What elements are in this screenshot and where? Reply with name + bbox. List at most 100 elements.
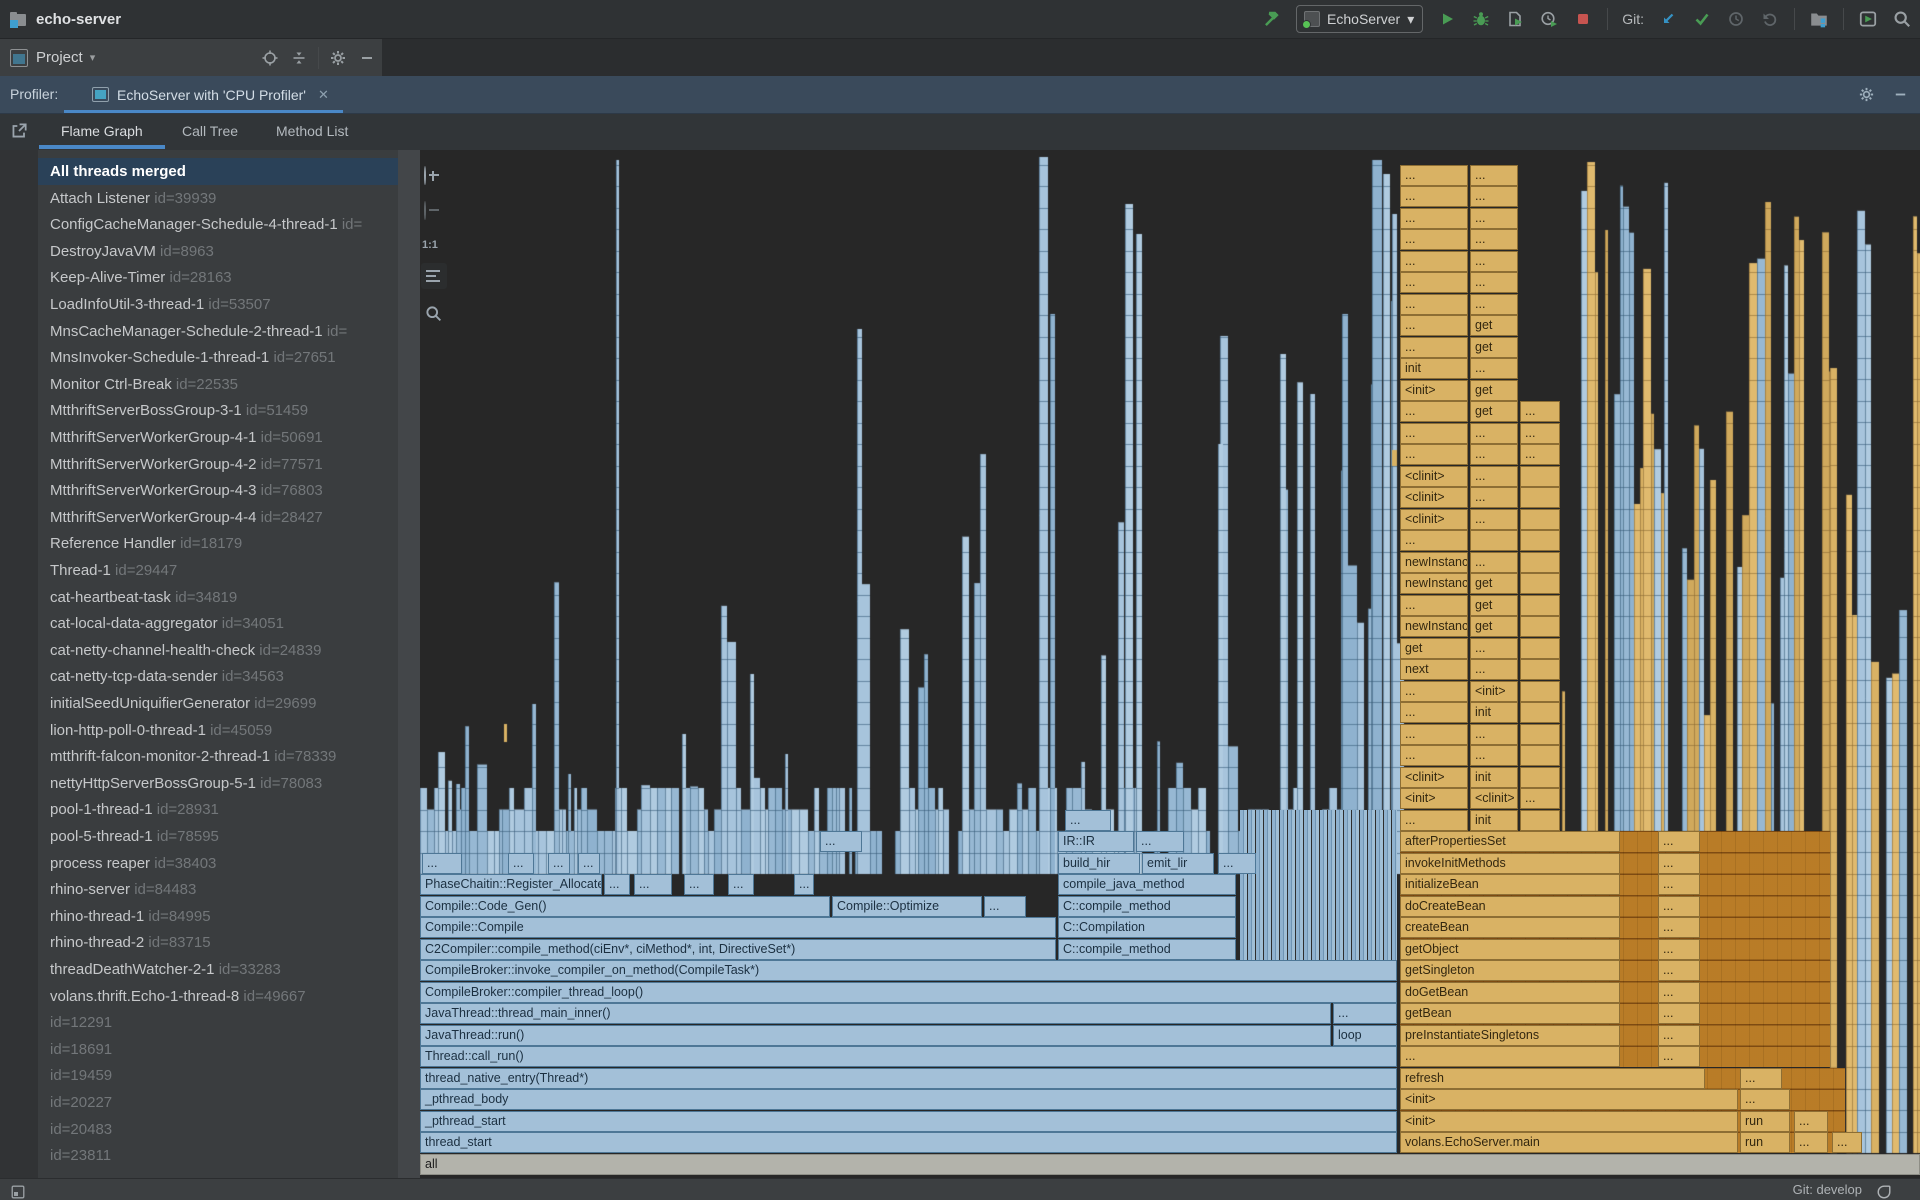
thread-list-item[interactable]: rhino-thread-2 id=83715 (38, 929, 418, 956)
flame-frame[interactable]: <init> (1400, 380, 1468, 401)
search-everywhere-icon[interactable] (1892, 9, 1912, 29)
flame-frame[interactable]: <clinit> (1400, 466, 1468, 487)
locate-file-icon[interactable] (260, 48, 280, 68)
flame-frame[interactable]: <clinit> (1400, 487, 1468, 508)
flame-frame[interactable]: ... (1400, 294, 1468, 315)
flame-frame[interactable]: ... (1400, 251, 1468, 272)
thread-list-item[interactable]: MnsInvoker-Schedule-1-thread-1 id=27651 (38, 344, 418, 371)
flame-frame[interactable]: getBean (1400, 1003, 1620, 1024)
flame-frame[interactable]: run (1740, 1111, 1790, 1132)
flame-frame[interactable]: createBean (1400, 917, 1620, 938)
flame-frame[interactable]: init (1470, 810, 1518, 831)
thread-list-item[interactable]: pool-1-thread-1 id=28931 (38, 796, 418, 823)
flame-frame[interactable]: get (1470, 595, 1518, 616)
flame-frame[interactable]: ... (1470, 466, 1518, 487)
flame-frame[interactable]: ... (1470, 186, 1518, 207)
flame-frame[interactable]: newInstance (1400, 552, 1468, 573)
flame-frame[interactable]: ... (1470, 487, 1518, 508)
flame-frame[interactable]: get (1470, 380, 1518, 401)
stop-button[interactable] (1573, 9, 1593, 29)
hide-panel-icon[interactable] (357, 48, 377, 68)
flame-frame[interactable]: invokeInitMethods (1400, 853, 1620, 874)
flame-frame[interactable]: CompileBroker::invoke_compiler_on_method… (420, 960, 1397, 981)
flame-frame[interactable]: ... (1400, 681, 1468, 702)
flame-frame[interactable]: PhaseChaitin::Register_Allocate (420, 874, 602, 895)
build-hammer-icon[interactable] (1262, 9, 1282, 29)
thread-list-item[interactable]: pool-5-thread-1 id=78595 (38, 823, 418, 850)
flame-frame[interactable]: emit_lir (1142, 853, 1214, 874)
flame-frame[interactable]: ... (548, 853, 570, 874)
thread-list-scrollbar[interactable] (398, 150, 420, 1178)
flame-frame[interactable]: run (1740, 1132, 1790, 1153)
chevron-down-icon[interactable]: ▾ (90, 51, 96, 64)
thread-list-item[interactable]: DestroyJavaVM id=8963 (38, 238, 418, 265)
thread-list-item[interactable]: nettyHttpServerBossGroup-5-1 id=78083 (38, 770, 418, 797)
flame-frame[interactable]: ... (1400, 337, 1468, 358)
flame-frame[interactable]: preInstantiateSingletons (1400, 1025, 1620, 1046)
flame-frame[interactable]: ... (1658, 1025, 1700, 1046)
run-with-coverage-button[interactable] (1505, 9, 1525, 29)
flame-frame[interactable]: ... (1658, 1046, 1700, 1067)
flame-frame[interactable]: ... (1470, 724, 1518, 745)
thread-list-item[interactable]: MnsCacheManager-Schedule-2-thread-1 id= (38, 318, 418, 345)
flame-frame[interactable]: ... (1400, 810, 1468, 831)
flame-frame[interactable]: init (1470, 767, 1518, 788)
flame-frame[interactable]: _pthread_body (420, 1089, 1397, 1110)
flame-frame[interactable]: ... (1400, 186, 1468, 207)
thread-list-item[interactable]: id=20227 (38, 1089, 418, 1116)
flame-frame[interactable]: ... (1470, 251, 1518, 272)
flame-frame[interactable]: ... (1333, 1003, 1397, 1024)
flame-frame[interactable]: _pthread_start (420, 1111, 1397, 1132)
flame-frame[interactable] (1520, 702, 1560, 723)
flame-frame[interactable] (1520, 552, 1560, 573)
flame-frame[interactable]: ... (1470, 423, 1518, 444)
project-toolwindow-icon[interactable] (10, 49, 28, 67)
flame-frame[interactable]: get (1470, 616, 1518, 637)
flame-frame[interactable]: ... (604, 874, 630, 895)
thread-list-item[interactable]: threadDeathWatcher-2-1 id=33283 (38, 956, 418, 983)
flame-frame[interactable]: ... (794, 874, 814, 895)
flame-frame[interactable]: ... (422, 853, 462, 874)
tab-method-list[interactable]: Method List (272, 114, 352, 149)
git-branch-widget[interactable]: Git: develop (1793, 1179, 1862, 1200)
thread-list-item[interactable]: cat-netty-channel-health-check id=24839 (38, 637, 418, 664)
flame-frame[interactable]: <clinit> (1400, 767, 1468, 788)
flame-frame[interactable]: ... (1400, 702, 1468, 723)
flame-frame[interactable]: ... (1520, 423, 1560, 444)
flame-frame[interactable]: ... (1794, 1111, 1828, 1132)
thread-list-item[interactable]: id=23811 (38, 1142, 418, 1169)
settings-gear-icon[interactable] (1856, 85, 1876, 105)
flame-frame[interactable]: ... (1470, 444, 1518, 465)
flame-frame[interactable]: ... (1658, 1003, 1700, 1024)
flame-frame[interactable]: ... (1400, 595, 1468, 616)
thread-list-item[interactable]: id=12291 (38, 1009, 418, 1036)
flame-frame[interactable]: <init> (1470, 681, 1518, 702)
flame-frame[interactable]: ... (1658, 831, 1700, 852)
thread-list-item[interactable]: rhino-thread-1 id=84995 (38, 903, 418, 930)
settings-gear-icon[interactable] (328, 48, 348, 68)
flame-frame[interactable]: ... (1658, 896, 1700, 917)
flame-frame[interactable]: ... (984, 896, 1026, 917)
thread-list-item[interactable]: cat-local-data-aggregator id=34051 (38, 610, 418, 637)
flame-frame[interactable]: JavaThread::thread_main_inner() (420, 1003, 1331, 1024)
thread-list-item[interactable]: MtthriftServerWorkerGroup-4-1 id=50691 (38, 424, 418, 451)
tab-call-tree[interactable]: Call Tree (178, 114, 242, 149)
flame-frame[interactable] (1520, 638, 1560, 659)
flame-frame[interactable]: ... (1470, 272, 1518, 293)
flame-frame[interactable]: ... (1400, 229, 1468, 250)
flame-frame[interactable]: ... (1400, 165, 1468, 186)
flame-frame[interactable] (1520, 616, 1560, 637)
flame-frame[interactable]: ... (1470, 165, 1518, 186)
flame-frame[interactable]: ... (1400, 315, 1468, 336)
flame-frame[interactable]: get (1470, 573, 1518, 594)
flame-frame[interactable]: C2Compiler::compile_method(ciEnv*, ciMet… (420, 939, 1056, 960)
flame-frame[interactable]: <clinit> (1470, 788, 1518, 809)
flame-frame[interactable]: next (1400, 659, 1468, 680)
thread-list-item[interactable]: id=20483 (38, 1116, 418, 1143)
flame-frame[interactable]: get (1470, 337, 1518, 358)
thread-list-item[interactable]: Attach Listener id=39939 (38, 185, 418, 212)
flame-frame[interactable]: loop (1333, 1025, 1397, 1046)
flame-frame[interactable] (1520, 659, 1560, 680)
flame-options-button[interactable] (421, 263, 447, 289)
flame-frame[interactable]: ... (1658, 853, 1700, 874)
